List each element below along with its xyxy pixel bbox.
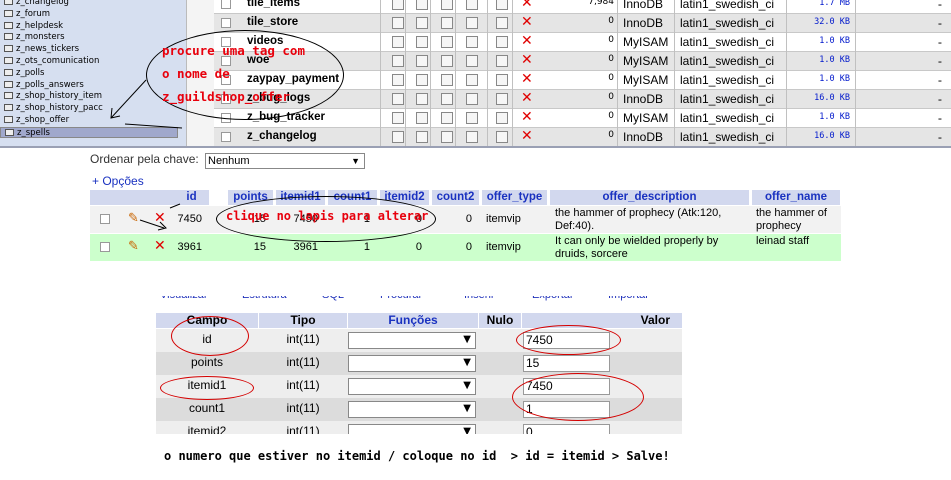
edit-row: itemid2 int(11) ▼ 0 xyxy=(156,421,682,434)
cell-count2: 0 xyxy=(465,241,472,253)
annotation-ellipse xyxy=(512,373,644,421)
column-header-offer-type[interactable]: offer_type xyxy=(482,190,547,205)
tab-label: Importar xyxy=(608,296,649,301)
field-name: count1 xyxy=(188,401,226,415)
cell-line: prophecy xyxy=(756,220,802,232)
column-header-type: Tipo xyxy=(259,313,347,328)
tab-label: Procurar xyxy=(380,296,422,301)
arrow-line xyxy=(124,123,183,129)
field-type: int(11) xyxy=(286,401,320,415)
cell-count2: 0 xyxy=(465,213,472,225)
field-type: int(11) xyxy=(286,332,320,346)
tab-inserir[interactable]: Inserir xyxy=(464,296,528,303)
tab-sql[interactable]: SQL xyxy=(322,296,376,303)
cell-offer-description: the hammer of prophecy (Atk:120, Def:40). xyxy=(555,207,751,233)
sort-select-value: Nenhum xyxy=(208,155,250,167)
annotation-ellipse xyxy=(516,325,621,355)
tab-importar[interactable]: Importar xyxy=(608,296,682,303)
tab-exportar[interactable]: Exportar xyxy=(532,296,604,303)
cell-offer-name: leinad staff xyxy=(756,235,842,261)
sort-label: Ordenar pela chave: xyxy=(90,152,199,166)
cell-offer-type: itemvip xyxy=(486,241,521,253)
cell-line: druids, sorcere xyxy=(555,248,628,260)
cell-line: the hammer of xyxy=(756,207,827,219)
cell-offer-description: It can only be wielded properly by druids… xyxy=(555,235,751,261)
tab-label: Inserir xyxy=(464,296,495,301)
cell-count1: 1 xyxy=(363,241,370,253)
field-type: int(11) xyxy=(286,355,320,369)
field-type: int(11) xyxy=(286,424,320,434)
value-input[interactable]: 15 xyxy=(523,355,610,372)
function-select[interactable]: ▼ xyxy=(348,424,476,434)
chevron-down-icon: ▼ xyxy=(463,403,471,414)
edit-row: points int(11) ▼ 15 xyxy=(156,352,682,375)
cell-offer-name: the hammer of prophecy xyxy=(756,207,842,233)
tab-label: Exportar xyxy=(532,296,574,301)
function-select[interactable]: ▼ xyxy=(348,401,476,418)
annotation-arrows xyxy=(110,79,183,129)
sort-select[interactable]: Nenhum ▼ xyxy=(205,153,365,169)
tab-procurar[interactable]: Procurar xyxy=(380,296,460,303)
annotation-note-3: o numero que estiver no itemid / coloque… xyxy=(164,449,670,463)
annotation-ellipse xyxy=(160,376,254,400)
tab-label: Visualizar xyxy=(160,296,208,301)
cell-itemid2: 0 xyxy=(415,241,422,253)
annotation-arrows xyxy=(139,203,181,231)
column-header-count2[interactable]: count2 xyxy=(432,190,479,205)
column-header-offer-name[interactable]: offer_name xyxy=(752,190,840,205)
column-header-null: Nulo xyxy=(479,313,521,328)
column-header-offer-description[interactable]: offer_description xyxy=(550,190,749,205)
chevron-down-icon: ▼ xyxy=(463,357,471,368)
field-name: itemid2 xyxy=(187,424,227,434)
cell-offer-type: itemvip xyxy=(486,213,521,225)
field-name: points xyxy=(190,355,224,369)
function-select[interactable]: ▼ xyxy=(348,332,476,349)
cell-line: It can only be wielded properly by xyxy=(555,235,719,247)
function-select[interactable]: ▼ xyxy=(348,378,476,395)
chevron-down-icon: ▼ xyxy=(463,426,471,434)
cell-line: the hammer of prophecy (Atk:120, xyxy=(555,207,722,219)
cell-line: leinad staff xyxy=(756,235,810,247)
cell-line: Def:40). xyxy=(555,220,595,232)
tab-label: Estrutura xyxy=(242,296,287,301)
tab-visualizar[interactable]: Visualizar xyxy=(160,296,238,303)
column-header-functions: Funções xyxy=(348,313,478,328)
chevron-down-icon: ▼ xyxy=(351,156,360,166)
value-input[interactable]: 0 xyxy=(523,424,610,434)
tab-label: SQL xyxy=(322,296,344,301)
arrow-line xyxy=(110,79,147,119)
arrow-line xyxy=(139,219,165,229)
chevron-down-icon: ▼ xyxy=(463,334,471,345)
arrow-line xyxy=(169,203,181,209)
function-select[interactable]: ▼ xyxy=(348,355,476,372)
chevron-down-icon: ▼ xyxy=(463,380,471,391)
tab-estrutura[interactable]: Estrutura xyxy=(242,296,318,303)
options-link[interactable]: + Opções xyxy=(92,174,144,188)
annotation-ellipse xyxy=(171,316,249,356)
field-type: int(11) xyxy=(286,378,320,392)
